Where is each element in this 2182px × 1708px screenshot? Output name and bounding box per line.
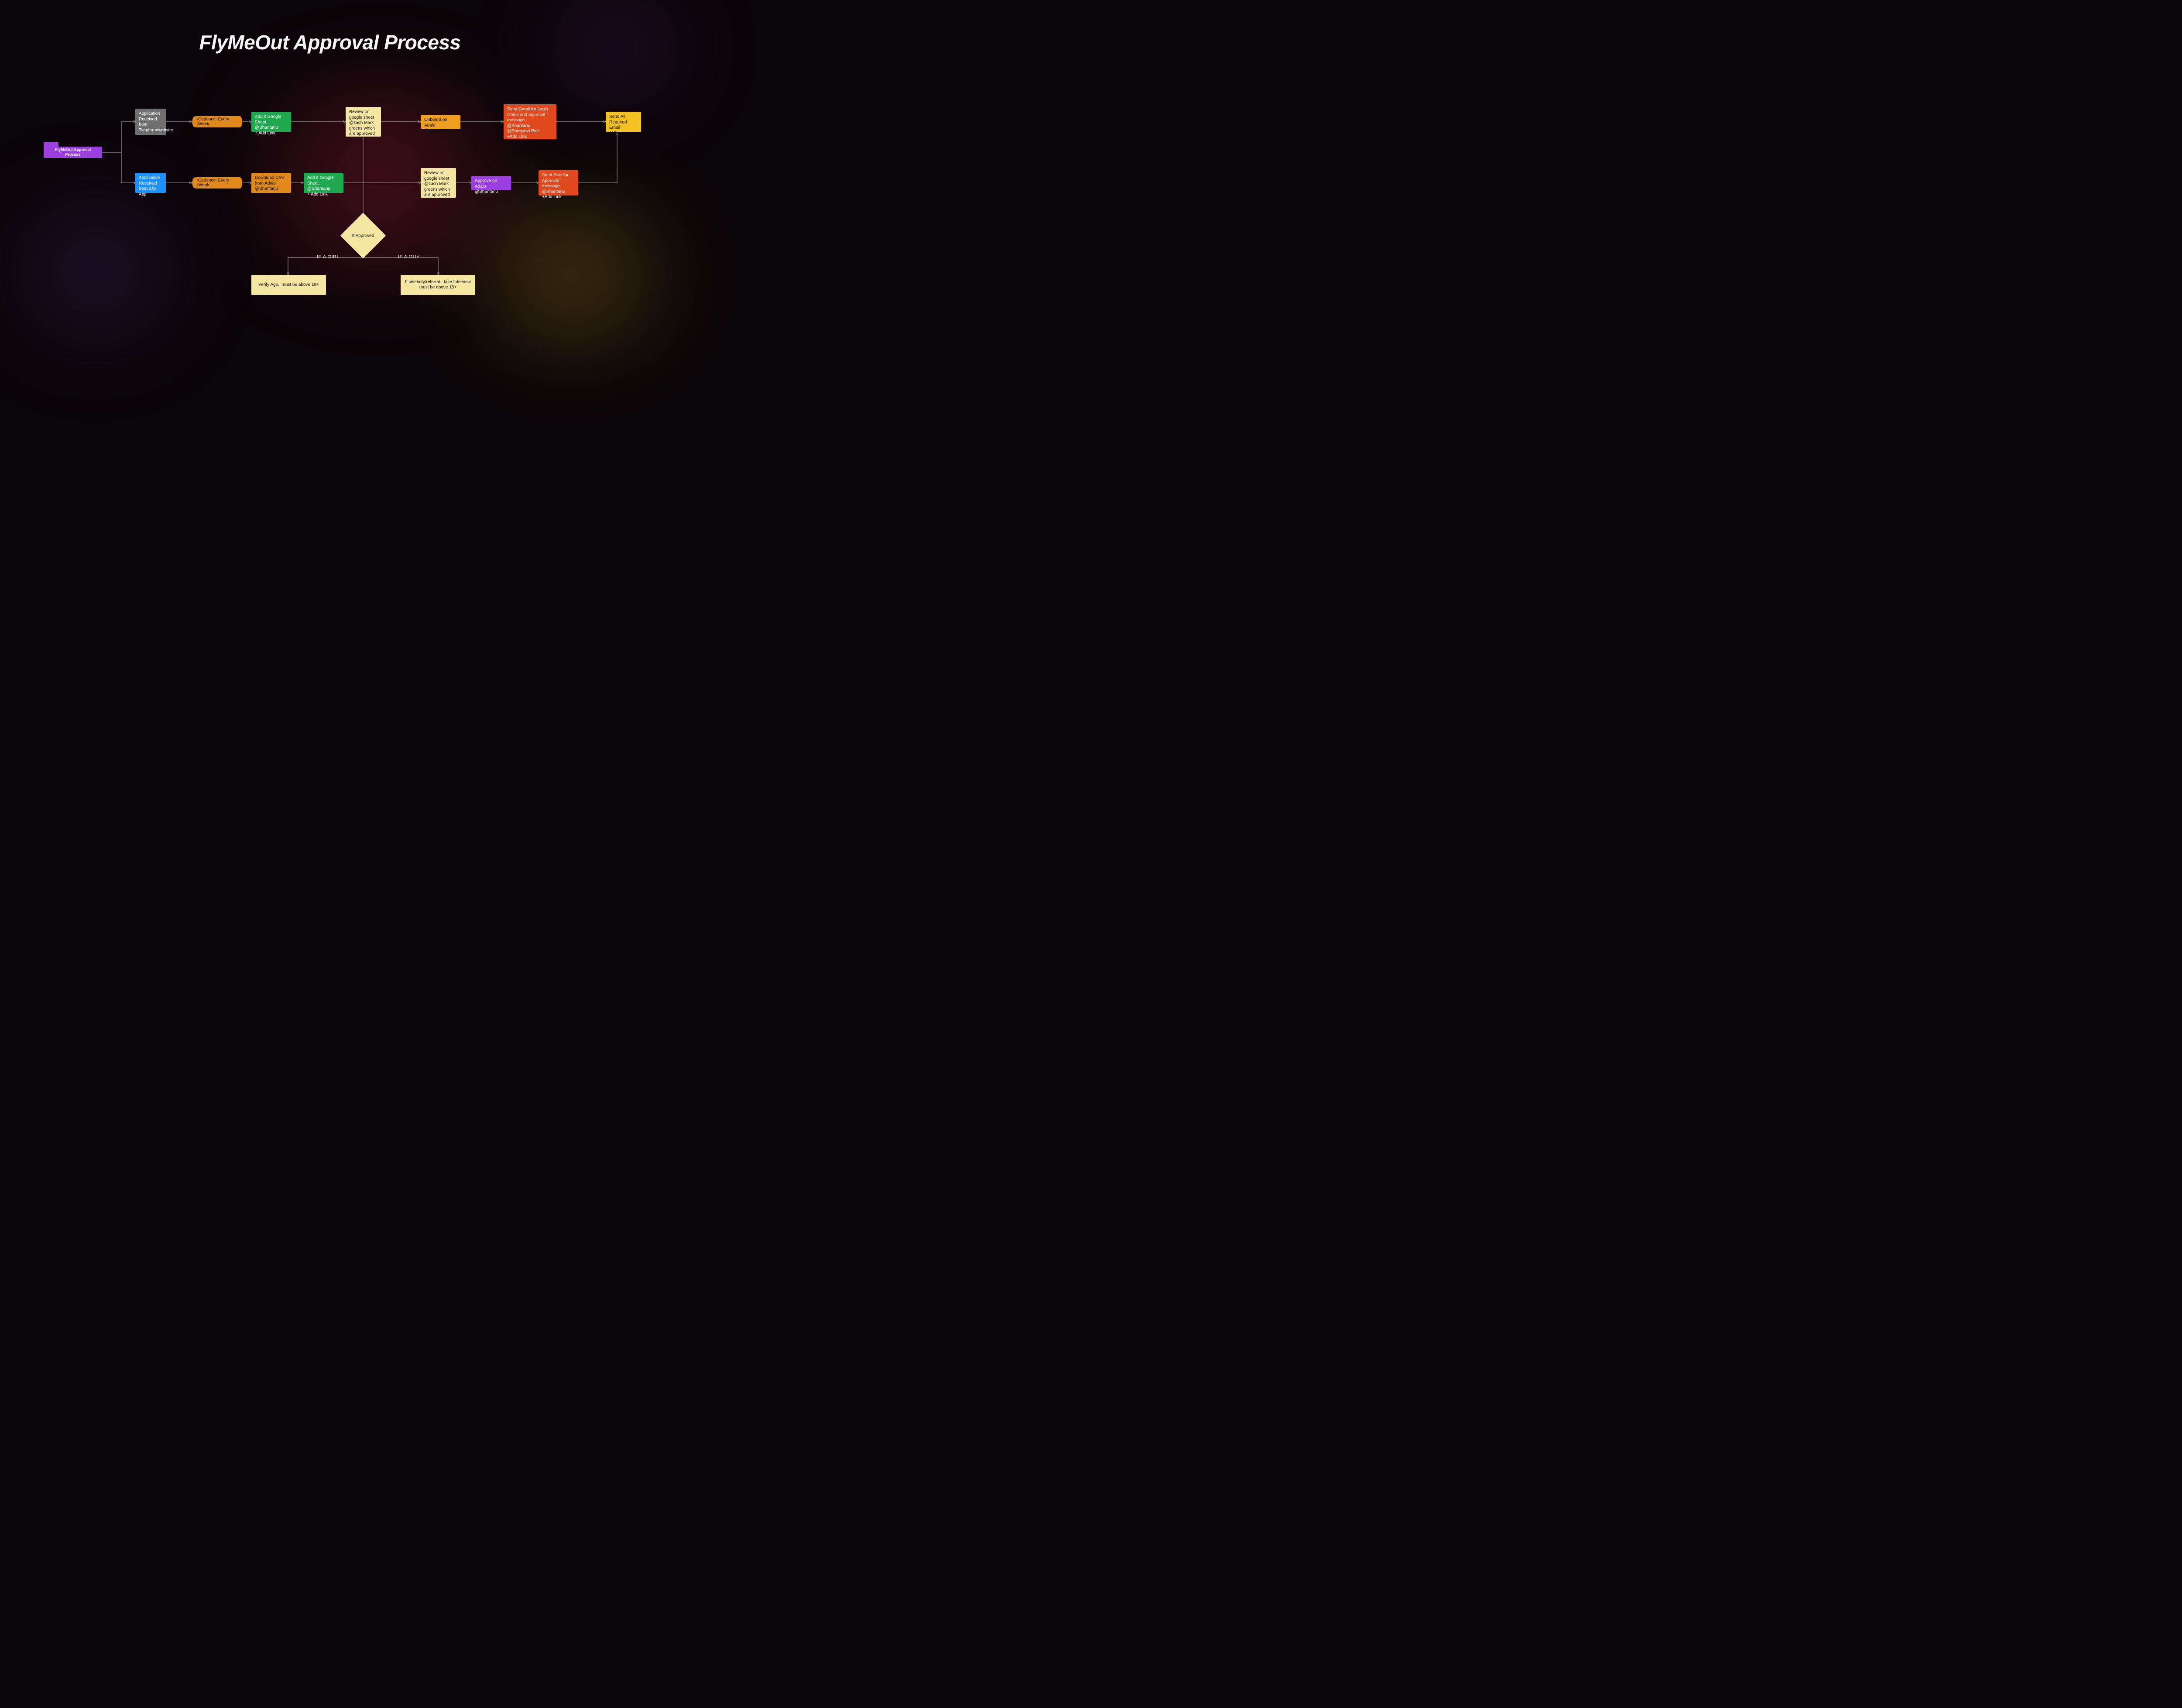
node-app-ios[interactable]: Application Received from iOS App — [135, 173, 166, 193]
node-cadence-2-label: Cadence: Every Week — [198, 178, 236, 188]
node-download-csv[interactable]: Download CSV from Adalo @Shantanu — [251, 173, 291, 193]
node-send-gmail-label: Send Gmail for Login Creds and approval … — [507, 107, 548, 139]
node-root-label: FlyMeOut Approval Process — [47, 147, 99, 158]
node-send-all-label: Send All Required Email @Shreyasa — [609, 114, 632, 136]
node-review-1-label: Review on google sheet @zach Mark greens… — [349, 110, 375, 136]
node-add-sheet-2[interactable]: Add it Google Sheet. @Shantanu + Add Lin… — [304, 173, 343, 193]
node-approve-label: Approve on Adalo @Shantanu — [475, 178, 498, 194]
node-review-2-label: Review on google sheet @zach Mark greens… — [424, 171, 450, 197]
node-review-2[interactable]: Review on google sheet @zach Mark greens… — [421, 168, 456, 198]
node-add-sheet-1[interactable]: Add it Google Sheet. @Shantanu + Add Lin… — [251, 112, 291, 132]
node-guy[interactable]: If celebrity/referral - take Interview m… — [401, 275, 475, 295]
node-girl-label: Verify Age.. must be above 18+ — [258, 282, 319, 288]
node-cadence-2[interactable]: Cadence: Every Week — [192, 177, 242, 189]
node-approve[interactable]: Approve on Adalo @Shantanu — [471, 176, 511, 190]
node-add-sheet-2-label: Add it Google Sheet. @Shantanu + Add Lin… — [307, 175, 334, 197]
node-guy-label: If celebrity/referral - take Interview m… — [404, 280, 472, 291]
node-app-typeform-label: Application Received from Tyepform/websi… — [139, 111, 173, 133]
diagram-title: FlyMeOut Approval Process — [0, 31, 660, 54]
folder-icon — [44, 142, 58, 147]
branch-label-girl: IF A GIRL — [317, 254, 340, 260]
node-send-gmail[interactable]: Send Gmail for Login Creds and approval … — [504, 104, 556, 139]
node-root[interactable]: FlyMeOut Approval Process — [44, 147, 102, 158]
node-cadence-1-label: Cadence: Every Week — [198, 117, 236, 127]
node-onboard-label: Onboard on Adalo @Shreyasa — [424, 117, 447, 133]
node-decision[interactable]: If Approved — [347, 220, 379, 252]
node-add-sheet-1-label: Add it Google Sheet. @Shantanu + Add Lin… — [255, 114, 281, 136]
node-send-sms[interactable]: Send Sms for Approval message @Shantanu … — [539, 170, 578, 195]
node-send-sms-label: Send Sms for Approval message @Shantanu … — [542, 173, 569, 199]
node-app-ios-label: Application Received from iOS App — [139, 175, 160, 197]
node-decision-label: If Approved — [347, 220, 379, 252]
node-onboard[interactable]: Onboard on Adalo @Shreyasa — [421, 115, 460, 129]
branch-label-guy: IF A GUY — [398, 254, 420, 260]
node-review-1[interactable]: Review on google sheet @zach Mark greens… — [346, 107, 381, 137]
node-download-csv-label: Download CSV from Adalo @Shantanu — [255, 175, 285, 191]
node-app-typeform[interactable]: Application Received from Tyepform/websi… — [135, 109, 166, 135]
node-cadence-1[interactable]: Cadence: Every Week — [192, 116, 242, 127]
node-send-all[interactable]: Send All Required Email @Shreyasa — [606, 112, 641, 132]
node-girl[interactable]: Verify Age.. must be above 18+ — [251, 275, 326, 295]
